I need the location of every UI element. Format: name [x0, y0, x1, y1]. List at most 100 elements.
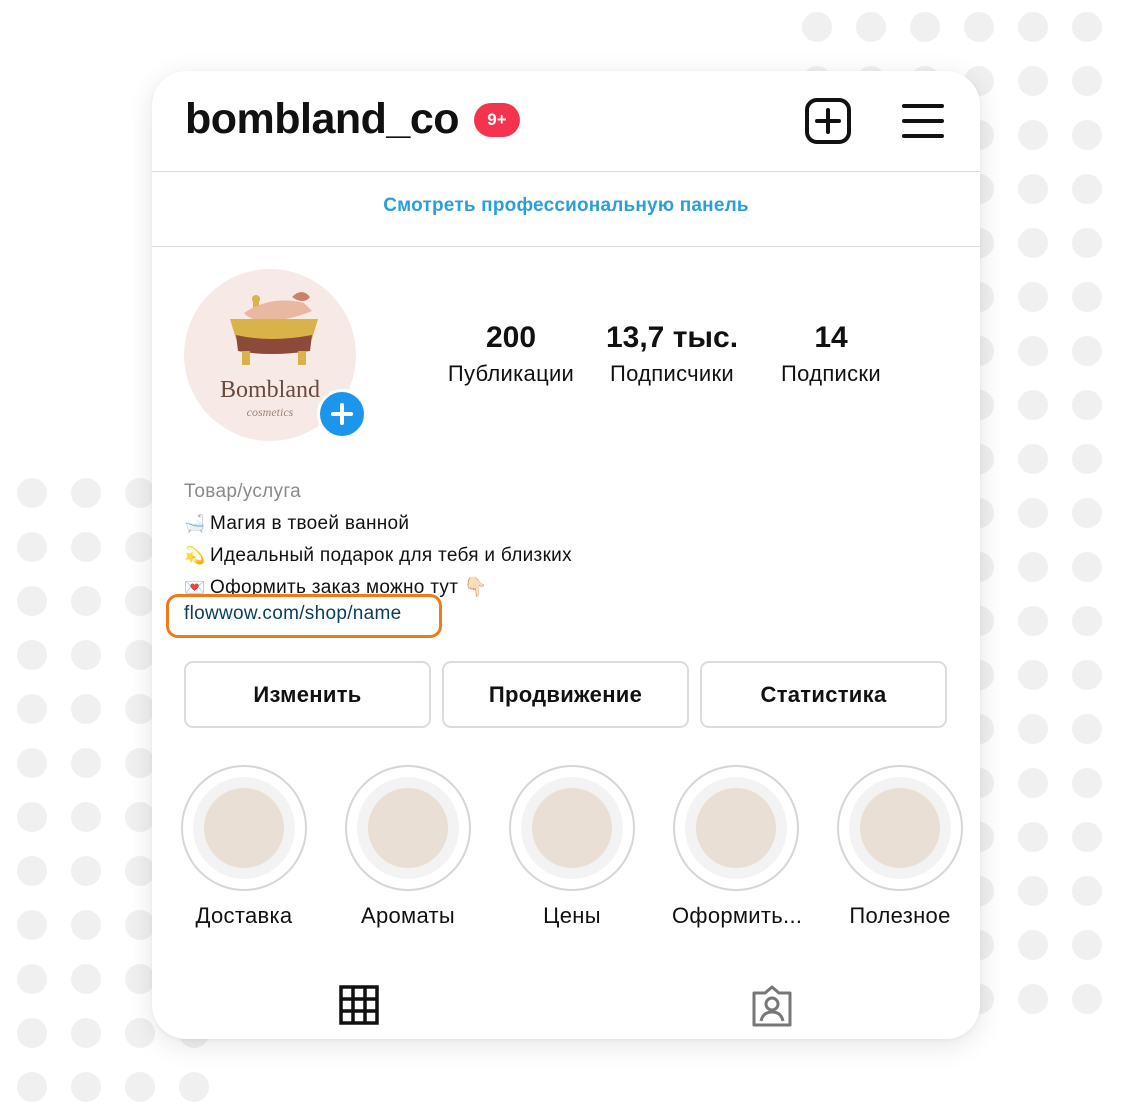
decorative-dot — [17, 532, 47, 562]
decorative-dot — [1072, 174, 1102, 204]
decorative-dot — [910, 12, 940, 42]
highlight-cover-inner — [685, 777, 787, 879]
decorative-dot — [17, 1018, 47, 1048]
add-story-button[interactable] — [317, 389, 367, 439]
grid-icon — [339, 985, 379, 1025]
story-highlight[interactable]: Доставка — [180, 765, 308, 929]
stat-following[interactable]: 14 Подписки — [766, 321, 896, 387]
decorative-dot — [17, 964, 47, 994]
tagged-person-icon — [752, 985, 792, 1027]
decorative-dot — [71, 478, 101, 508]
decorative-dot — [1018, 930, 1048, 960]
bio-link[interactable]: flowwow.com/shop/name — [184, 603, 402, 625]
story-highlight[interactable]: Ароматы — [344, 765, 472, 929]
tab-tagged[interactable] — [750, 985, 794, 1027]
decorative-dot — [71, 586, 101, 616]
decorative-dot — [1018, 714, 1048, 744]
highlight-cover-inner — [521, 777, 623, 879]
decorative-dot — [125, 856, 155, 886]
highlight-cover-core — [204, 788, 284, 868]
header-divider — [152, 171, 980, 172]
bathtub-logo-icon — [230, 292, 318, 365]
decorative-dot — [125, 532, 155, 562]
stat-posts-label: Публикации — [447, 361, 575, 386]
decorative-dot — [71, 640, 101, 670]
decorative-dot — [125, 910, 155, 940]
decorative-dot — [1018, 66, 1048, 96]
decorative-dot — [1072, 768, 1102, 798]
highlight-cover-core — [368, 788, 448, 868]
highlight-label: Оформить... — [672, 903, 803, 928]
stat-followers-label: Подписчики — [609, 361, 735, 386]
story-highlight[interactable]: Полезное — [836, 765, 964, 929]
decorative-dot — [1018, 552, 1048, 582]
decorative-dot — [71, 748, 101, 778]
pro-panel-divider — [152, 246, 980, 247]
highlight-cover-inner — [849, 777, 951, 879]
stat-posts[interactable]: 200 Публикации — [438, 321, 584, 387]
decorative-dot — [1072, 876, 1102, 906]
decorative-dot — [125, 694, 155, 724]
decorative-dot — [1018, 228, 1048, 258]
insights-button[interactable]: Статистика — [700, 661, 947, 728]
decorative-dot — [71, 1018, 101, 1048]
decorative-dot — [17, 640, 47, 670]
profile-card: bombland_co 9+ Смотреть профессиональную… — [152, 71, 980, 1039]
decorative-dot — [1072, 390, 1102, 420]
decorative-dot — [1072, 984, 1102, 1014]
decorative-dot — [71, 532, 101, 562]
profile-bio: Товар/услуга 🛁 Магия в твоей ванной 💫 Идеа… — [184, 476, 572, 604]
decorative-dot — [1072, 282, 1102, 312]
highlight-cover-core — [860, 788, 940, 868]
decorative-dot — [17, 1072, 47, 1102]
decorative-dot — [17, 478, 47, 508]
decorative-dot — [1072, 444, 1102, 474]
highlight-label: Ароматы — [360, 903, 455, 928]
decorative-dot — [1072, 606, 1102, 636]
tab-posts-grid[interactable] — [339, 985, 379, 1025]
story-highlight[interactable]: Оформить... — [672, 765, 803, 929]
decorative-dot — [964, 12, 994, 42]
profile-header: bombland_co 9+ — [152, 71, 980, 171]
stat-following-label: Подписки — [781, 361, 881, 386]
highlight-cover — [509, 765, 635, 891]
decorative-dot — [125, 640, 155, 670]
new-post-button[interactable] — [804, 97, 852, 145]
bathtub-emoji-icon: 🛁 — [184, 514, 206, 533]
decorative-dot — [1072, 822, 1102, 852]
highlight-cover — [673, 765, 799, 891]
decorative-dot — [125, 748, 155, 778]
stat-following-value: 14 — [814, 321, 848, 354]
decorative-dot — [17, 586, 47, 616]
story-highlight[interactable]: Цены — [508, 765, 636, 929]
highlight-cover — [837, 765, 963, 891]
decorative-dot — [1018, 120, 1048, 150]
decorative-dot — [1072, 660, 1102, 690]
edit-profile-button[interactable]: Изменить — [184, 661, 431, 728]
plus-icon-vertical — [340, 403, 344, 425]
promote-button[interactable]: Продвижение — [442, 661, 689, 728]
decorative-dot — [1018, 606, 1048, 636]
notification-badge[interactable]: 9+ — [474, 103, 520, 137]
decorative-dot — [1018, 336, 1048, 366]
decorative-dot — [802, 12, 832, 42]
decorative-dot — [1018, 282, 1048, 312]
plus-square-icon — [805, 98, 851, 144]
decorative-dot — [1072, 120, 1102, 150]
stat-followers-value: 13,7 тыс. — [605, 321, 739, 354]
decorative-dot — [1072, 498, 1102, 528]
bio-line-text: Магия в твоей ванной — [210, 513, 410, 534]
bio-line: 🛁 Магия в твоей ванной — [184, 508, 572, 540]
avatar-container[interactable]: Bombland cosmetics — [184, 269, 367, 441]
highlight-cover — [181, 765, 307, 891]
stat-followers[interactable]: 13,7 тыс. Подписчики — [598, 321, 746, 387]
highlight-cover-core — [532, 788, 612, 868]
decorative-dot — [1018, 12, 1048, 42]
decorative-dot — [1018, 660, 1048, 690]
highlight-cover — [345, 765, 471, 891]
decorative-dot — [71, 910, 101, 940]
professional-dashboard-link[interactable]: Смотреть профессиональную панель — [152, 195, 980, 217]
bio-line-text: Идеальный подарок для тебя и близких — [210, 545, 572, 566]
decorative-dot — [125, 1072, 155, 1102]
menu-button[interactable] — [902, 101, 944, 141]
